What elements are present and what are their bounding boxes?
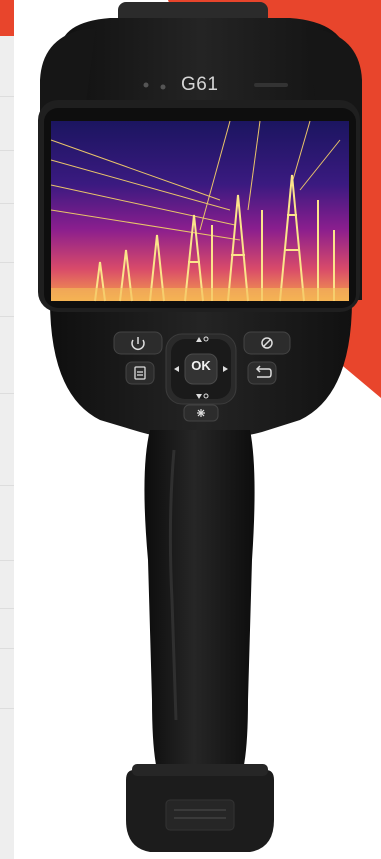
thermal-camera-device (38, 0, 381, 852)
battery-latch[interactable] (165, 799, 235, 831)
camera-handle (144, 430, 255, 780)
indicator-led-icon (160, 84, 166, 90)
model-label: G61 (181, 74, 219, 95)
speaker-grille (254, 83, 288, 87)
ambient-sensor-icon (143, 82, 149, 88)
ground-heat-band (51, 288, 349, 301)
file-button[interactable] (125, 361, 155, 385)
star-burst-icon (197, 409, 205, 417)
ok-label: OK (191, 358, 211, 373)
bottom-cap-collar (132, 764, 268, 776)
back-button[interactable] (247, 361, 277, 385)
